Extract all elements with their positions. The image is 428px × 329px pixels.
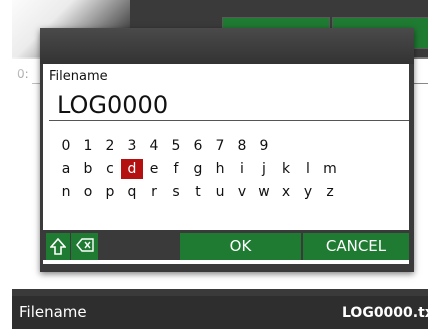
key-h[interactable]: h [209,159,231,179]
key-o[interactable]: o [77,182,99,202]
key-e[interactable]: e [143,159,165,179]
key-u[interactable]: u [209,182,231,202]
keyboard-row-n-z: nopqrstuvwxyz [55,182,341,202]
key-k[interactable]: k [275,159,297,179]
key-7[interactable]: 7 [209,136,231,156]
dialog-body: Filename LOG0000 0123456789 abcdefghijkl… [43,64,409,264]
key-v[interactable]: v [231,182,253,202]
keyboard-row-digits: 0123456789 [55,136,275,156]
key-d[interactable]: d [121,159,143,179]
key-f[interactable]: f [165,159,187,179]
footer-value: LOG0000.tx [342,305,428,321]
key-q[interactable]: q [121,182,143,202]
key-5[interactable]: 5 [165,136,187,156]
key-w[interactable]: w [253,182,275,202]
key-t[interactable]: t [187,182,209,202]
key-m[interactable]: m [319,159,341,179]
filename-field[interactable]: LOG0000 [49,89,409,121]
dialog-button-bar: OK CANCEL [43,230,409,260]
key-3[interactable]: 3 [121,136,143,156]
key-6[interactable]: 6 [187,136,209,156]
key-c[interactable]: c [99,159,121,179]
key-0[interactable]: 0 [55,136,77,156]
key-b[interactable]: b [77,159,99,179]
dialog-titlebar [40,28,414,64]
backspace-icon [71,238,98,252]
filename-label: Filename [49,69,108,84]
key-8[interactable]: 8 [231,136,253,156]
key-2[interactable]: 2 [99,136,121,156]
background-row-label: 0: [17,67,29,81]
key-j[interactable]: j [253,159,275,179]
key-r[interactable]: r [143,182,165,202]
key-s[interactable]: s [165,182,187,202]
keyboard-row-a-m: abcdefghijklm [55,159,341,179]
footer-label: Filename [19,303,87,321]
key-x[interactable]: x [275,182,297,202]
shift-icon [46,238,70,255]
shift-button[interactable] [46,233,70,260]
key-1[interactable]: 1 [77,136,99,156]
key-p[interactable]: p [99,182,121,202]
cancel-button[interactable]: CANCEL [303,233,409,260]
key-y[interactable]: y [297,182,319,202]
status-footer: Filename LOG0000.tx [12,296,428,329]
backspace-button[interactable] [71,233,98,260]
key-z[interactable]: z [319,182,341,202]
key-n[interactable]: n [55,182,77,202]
key-i[interactable]: i [231,159,253,179]
filename-dialog: Filename LOG0000 0123456789 abcdefghijkl… [40,28,414,272]
key-g[interactable]: g [187,159,209,179]
key-9[interactable]: 9 [253,136,275,156]
key-a[interactable]: a [55,159,77,179]
key-l[interactable]: l [297,159,319,179]
ok-button[interactable]: OK [180,233,301,260]
key-4[interactable]: 4 [143,136,165,156]
